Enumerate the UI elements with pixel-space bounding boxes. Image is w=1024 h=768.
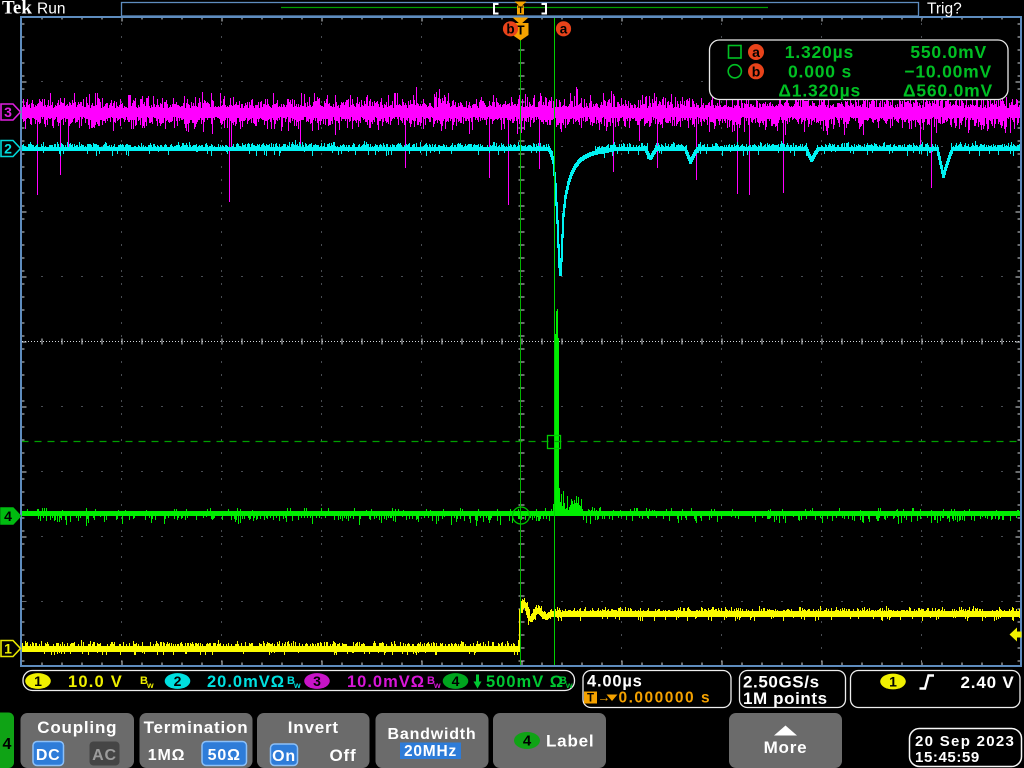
svg-text:10.0mVΩ: 10.0mVΩ (347, 673, 425, 691)
svg-text:a: a (560, 22, 568, 37)
svg-text:500mV Ω: 500mV Ω (486, 673, 564, 691)
svg-text:Δ1.320µs: Δ1.320µs (778, 81, 861, 101)
svg-text:4: 4 (452, 673, 460, 689)
svg-text:0.000 s: 0.000 s (788, 62, 852, 82)
svg-text:→: → (598, 690, 611, 705)
svg-text:20MHz: 20MHz (404, 743, 457, 760)
svg-text:20.0mVΩ: 20.0mVΩ (207, 673, 285, 691)
svg-text:a: a (752, 44, 760, 60)
svg-text:w: w (433, 680, 441, 690)
svg-text:1M points: 1M points (743, 689, 828, 708)
svg-text:More: More (764, 738, 808, 757)
svg-text:w: w (146, 680, 154, 690)
svg-text:Bandwidth: Bandwidth (388, 726, 477, 743)
svg-text:−10.00mV: −10.00mV (904, 62, 992, 82)
svg-text:4: 4 (3, 736, 12, 753)
svg-text:On: On (272, 748, 296, 765)
svg-text:2: 2 (174, 673, 182, 689)
svg-text:w: w (565, 680, 573, 690)
svg-text:Trig?: Trig? (927, 1, 962, 18)
svg-text:15:45:59: 15:45:59 (915, 749, 980, 766)
svg-text:1.320µs: 1.320µs (785, 42, 854, 62)
svg-text:b: b (506, 22, 514, 37)
svg-text:1: 1 (4, 641, 12, 657)
svg-text:Δ560.0mV: Δ560.0mV (903, 81, 993, 101)
svg-text:4.00µs: 4.00µs (587, 673, 643, 691)
svg-text:Off: Off (330, 746, 357, 765)
svg-text:T: T (518, 5, 524, 15)
svg-text:w: w (293, 680, 301, 690)
svg-text:4: 4 (523, 733, 532, 750)
svg-text:Run: Run (37, 1, 65, 18)
svg-text:10.0 V: 10.0 V (68, 673, 123, 691)
svg-text:550.0mV: 550.0mV (910, 42, 987, 62)
svg-text:1MΩ: 1MΩ (148, 747, 185, 764)
svg-text:Coupling: Coupling (37, 718, 117, 737)
svg-text:AC: AC (92, 747, 117, 764)
svg-text:1: 1 (889, 674, 897, 690)
svg-text:1: 1 (34, 673, 42, 689)
svg-text:b: b (752, 63, 761, 79)
svg-text:50Ω: 50Ω (208, 747, 241, 764)
svg-text:Tek: Tek (2, 0, 32, 19)
svg-text:3: 3 (313, 673, 321, 689)
svg-text:T: T (587, 693, 594, 705)
svg-text:3: 3 (4, 104, 12, 120)
svg-text:Invert: Invert (288, 718, 339, 737)
svg-text:Termination: Termination (144, 718, 249, 737)
svg-text:2: 2 (4, 141, 12, 157)
svg-text:2.40 V: 2.40 V (961, 673, 1015, 692)
svg-text:20 Sep 2023: 20 Sep 2023 (915, 733, 1015, 750)
svg-text:Label: Label (546, 732, 594, 751)
svg-text:0.000000 s: 0.000000 s (619, 690, 712, 707)
svg-text:4: 4 (4, 508, 12, 524)
svg-text:DC: DC (36, 747, 61, 764)
